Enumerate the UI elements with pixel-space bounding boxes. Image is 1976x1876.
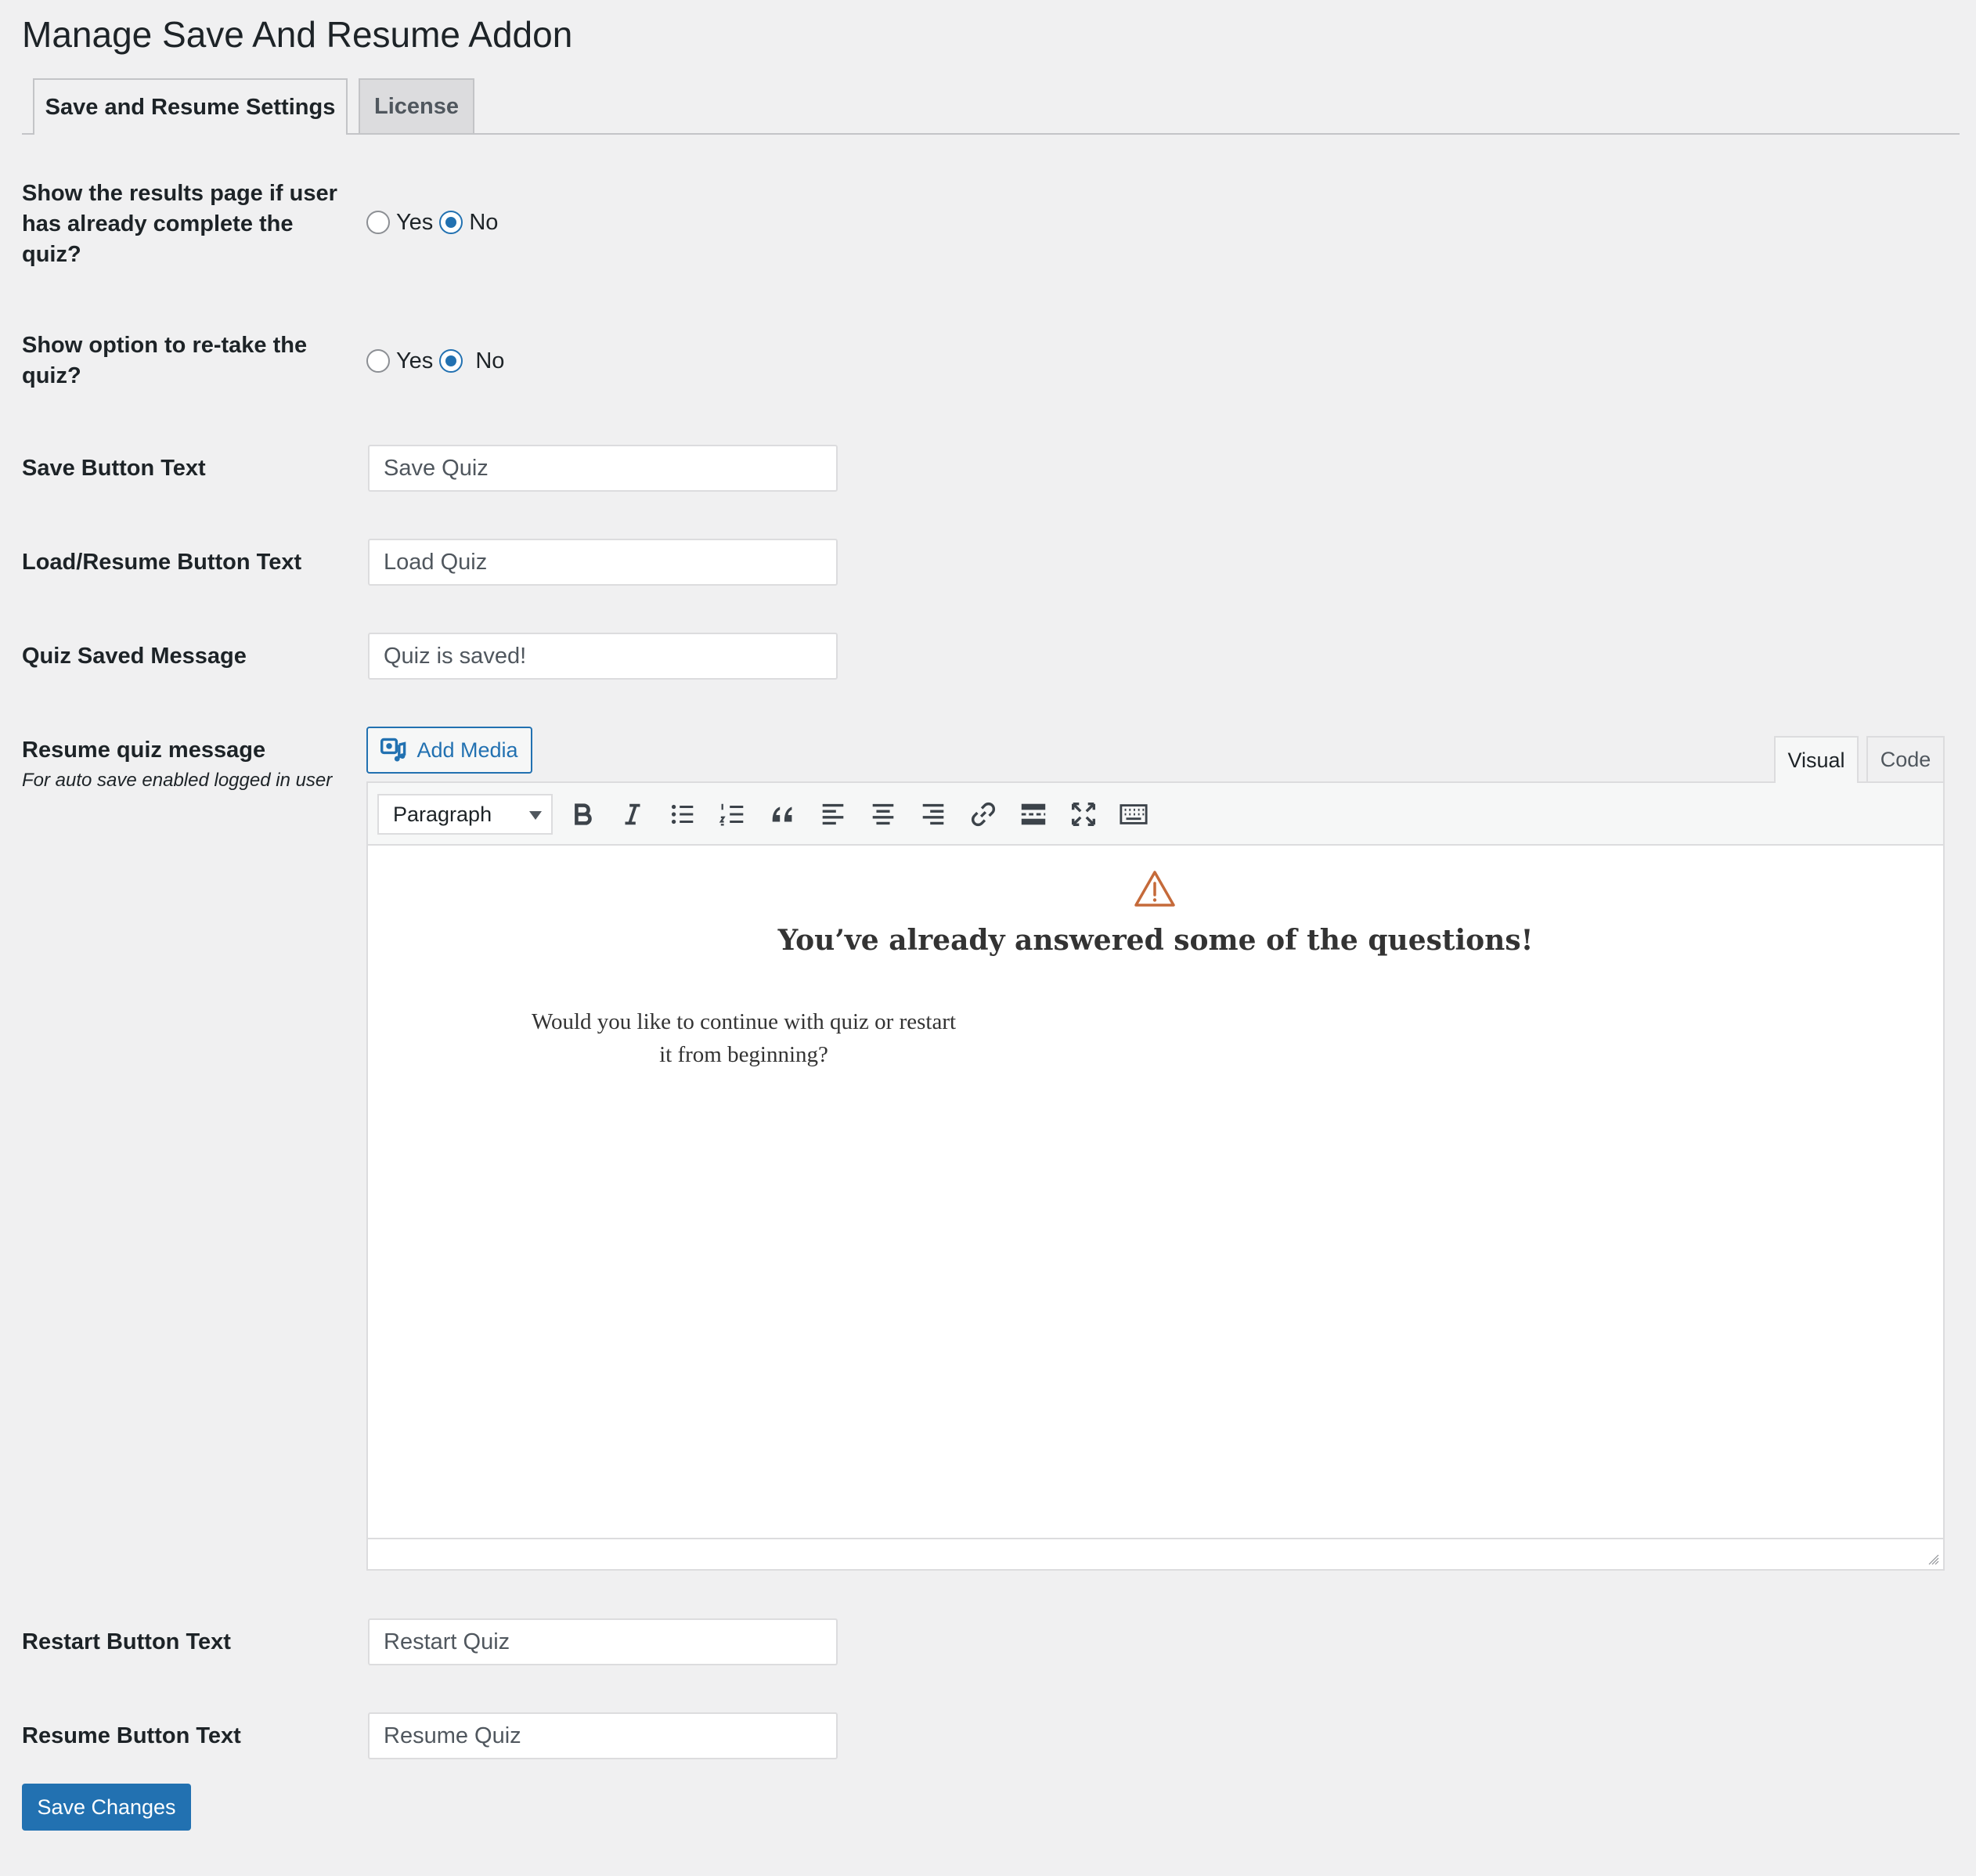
page-title: Manage Save And Resume Addon: [22, 14, 573, 55]
align-left-button[interactable]: [814, 795, 852, 833]
quiz-saved-message-input[interactable]: [368, 633, 838, 680]
italic-icon: [625, 803, 640, 825]
align-right-button[interactable]: [914, 795, 952, 833]
read-more-button[interactable]: [1015, 795, 1052, 833]
radio-selected-dot: [445, 355, 457, 366]
editor-content-area[interactable]: You’ve already answered some of the ques…: [368, 846, 1943, 1538]
align-center-button[interactable]: [864, 795, 902, 833]
show-results-yes-radio[interactable]: [366, 211, 390, 234]
save-button-text-input[interactable]: [368, 445, 838, 492]
format-select-value: Paragraph: [393, 802, 492, 826]
editor-paragraph-line: it from beginning?: [659, 1042, 828, 1067]
fullscreen-icon: [1071, 802, 1096, 827]
editor-content-paragraph: Would you like to continue with quiz or …: [517, 1005, 971, 1071]
toolbar-toggle-icon: [1120, 804, 1148, 824]
retake-label: Show option to re-take the quiz?: [22, 333, 308, 388]
link-button[interactable]: [965, 795, 1002, 833]
warning-icon: [1134, 871, 1175, 907]
numbered-list-icon: [719, 803, 744, 826]
resume-quiz-message-description: For auto save enabled logged in user: [22, 770, 333, 791]
show-results-no-label: No: [469, 209, 499, 235]
editor-content-heading: You’ve already answered some of the ques…: [777, 924, 1534, 957]
chevron-down-icon: [529, 811, 542, 820]
align-left-icon: [822, 803, 844, 825]
format-select[interactable]: Paragraph: [377, 794, 553, 835]
numbered-list-button[interactable]: [714, 795, 752, 833]
editor-statusbar: [368, 1538, 1943, 1569]
blockquote-button[interactable]: [764, 795, 802, 833]
quiz-saved-message-label: Quiz Saved Message: [22, 644, 247, 669]
load-button-text-label: Load/Resume Button Text: [22, 550, 302, 575]
resize-handle-icon[interactable]: [1924, 1550, 1940, 1566]
show-results-radio-group: Yes No: [366, 207, 504, 238]
load-button-text-input[interactable]: [368, 539, 838, 586]
restart-button-text-label: Restart Button Text: [22, 1629, 231, 1654]
bullet-list-button[interactable]: [664, 795, 701, 833]
show-results-yes-label: Yes: [396, 209, 434, 235]
save-button-text-label: Save Button Text: [22, 456, 206, 481]
resume-button-text-input[interactable]: [368, 1712, 838, 1759]
restart-button-text-input[interactable]: [368, 1618, 838, 1665]
editor-paragraph-line: Would you like to continue with quiz or …: [531, 1009, 957, 1034]
retake-yes-radio[interactable]: [366, 349, 390, 373]
blockquote-icon: [772, 806, 792, 822]
bold-button[interactable]: [564, 795, 601, 833]
rich-text-editor: Paragraph You’ve already answered some o…: [366, 781, 1945, 1571]
link-icon: [972, 803, 995, 826]
align-center-icon: [872, 803, 894, 825]
fullscreen-button[interactable]: [1065, 795, 1102, 833]
resume-quiz-message-label: Resume quiz message: [22, 738, 266, 763]
toolbar-toggle-button[interactable]: [1115, 795, 1152, 833]
retake-radio-group: Yes No: [366, 345, 510, 377]
italic-button[interactable]: [614, 795, 651, 833]
retake-yes-label: Yes: [396, 348, 434, 373]
show-results-no-radio[interactable]: [439, 211, 463, 234]
retake-no-label: No: [475, 348, 505, 373]
add-media-label: Add Media: [416, 738, 518, 762]
editor-toolbar: Paragraph: [368, 783, 1943, 846]
tab-save-and-resume-settings[interactable]: Save and Resume Settings: [33, 78, 348, 135]
editor-tab-code[interactable]: Code: [1866, 736, 1945, 781]
add-media-icon: [380, 738, 406, 762]
read-more-icon: [1021, 803, 1046, 825]
show-results-label: Show the results page if user has alread…: [22, 181, 337, 267]
editor-tab-visual[interactable]: Visual: [1774, 736, 1859, 783]
resume-button-text-label: Resume Button Text: [22, 1723, 241, 1748]
bold-icon: [575, 803, 592, 825]
align-right-icon: [922, 803, 944, 825]
bullet-list-icon: [671, 804, 694, 824]
retake-no-radio[interactable]: [439, 349, 463, 373]
save-changes-button[interactable]: Save Changes: [22, 1784, 191, 1831]
radio-selected-dot: [445, 217, 457, 228]
tab-license[interactable]: License: [359, 78, 474, 133]
add-media-button[interactable]: Add Media: [366, 727, 532, 774]
